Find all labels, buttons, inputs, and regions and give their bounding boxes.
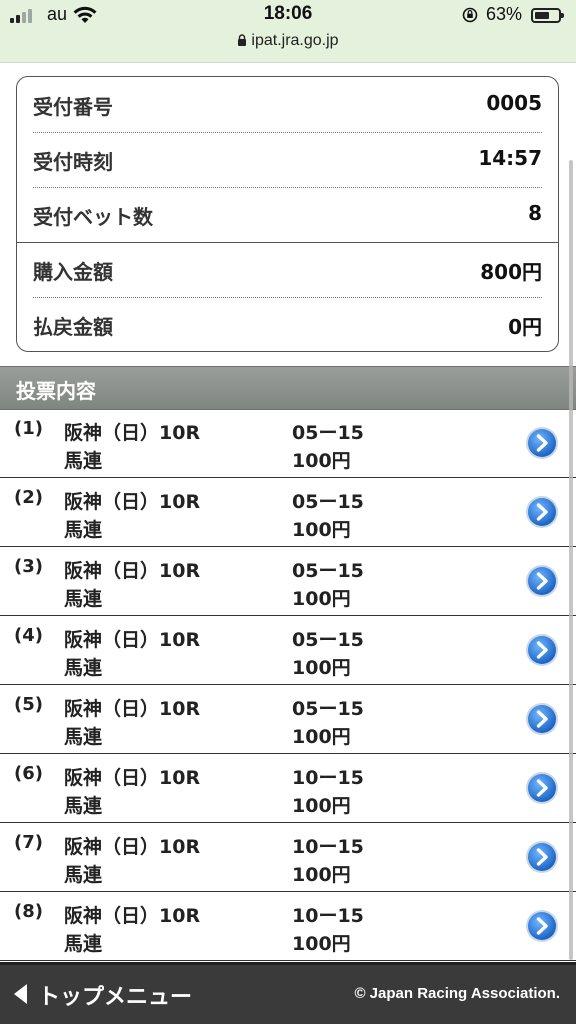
ticket-amount: 100円 — [292, 795, 351, 817]
ticket-bet-type: 馬連 — [64, 933, 103, 955]
summary-value: 0005 — [486, 91, 542, 115]
ticket-number: (1) — [14, 418, 43, 439]
summary-row-payout-amount: 払戻金額 0円 — [33, 297, 542, 352]
summary-row-bet-count: 受付ベット数 8 — [33, 187, 542, 242]
ticket-race: 阪神（日）10R — [64, 698, 201, 720]
ticket-bet-type: 馬連 — [64, 519, 103, 541]
ticket-combination: 10ー15 — [292, 905, 364, 927]
summary-value: 800円 — [480, 260, 542, 284]
section-title: 投票内容 — [16, 379, 96, 403]
ticket-bet-type: 馬連 — [64, 657, 103, 679]
summary-label: 受付ベット数 — [33, 205, 153, 229]
summary-label: 払戻金額 — [33, 315, 113, 339]
orientation-lock-icon — [462, 7, 478, 23]
chevron-right-icon[interactable] — [525, 771, 559, 805]
summary-row-receipt-number: 受付番号 0005 — [33, 77, 542, 132]
scrollbar[interactable] — [569, 160, 573, 960]
ticket-row[interactable]: (3) 阪神（日）10R 馬連 05ー15 100円 — [0, 547, 576, 616]
ticket-race: 阪神（日）10R — [64, 422, 201, 444]
summary-value: 14:57 — [478, 146, 542, 170]
chevron-right-icon[interactable] — [525, 633, 559, 667]
ticket-amount: 100円 — [292, 588, 351, 610]
ticket-number: (6) — [14, 763, 43, 784]
ticket-row[interactable]: (2) 阪神（日）10R 馬連 05ー15 100円 — [0, 478, 576, 547]
ticket-list: (1) 阪神（日）10R 馬連 05ー15 100円 (2) 阪神（日）10R 馬連 05ー15… — [0, 409, 576, 961]
ticket-combination: 10ー15 — [292, 767, 364, 789]
ticket-race: 阪神（日）10R — [64, 905, 201, 927]
ticket-amount: 100円 — [292, 726, 351, 748]
ticket-combination: 05ー15 — [292, 698, 364, 720]
lock-icon — [238, 34, 247, 46]
ticket-race: 阪神（日）10R — [64, 836, 201, 858]
ticket-race: 阪神（日）10R — [64, 767, 201, 789]
chevron-right-icon[interactable] — [525, 426, 559, 460]
section-header: 投票内容 — [0, 366, 576, 410]
ticket-amount: 100円 — [292, 657, 351, 679]
url-bar[interactable]: ipat.jra.go.jp — [0, 32, 576, 50]
summary-label: 受付時刻 — [33, 150, 113, 174]
chevron-right-icon[interactable] — [525, 702, 559, 736]
ticket-bet-type: 馬連 — [64, 450, 103, 472]
summary-row-receipt-time: 受付時刻 14:57 — [33, 132, 542, 187]
ticket-amount: 100円 — [292, 864, 351, 886]
ticket-number: (2) — [14, 487, 43, 508]
ticket-amount: 100円 — [292, 519, 351, 541]
chevron-right-icon[interactable] — [525, 495, 559, 529]
summary-row-purchase-amount: 購入金額 800円 — [33, 242, 542, 297]
battery-icon — [531, 8, 564, 23]
ticket-race: 阪神（日）10R — [64, 491, 201, 513]
ticket-number: (3) — [14, 556, 43, 577]
ticket-row[interactable]: (8) 阪神（日）10R 馬連 10ー15 100円 — [0, 892, 576, 961]
ticket-row[interactable]: (6) 阪神（日）10R 馬連 10ー15 100円 — [0, 754, 576, 823]
ticket-bet-type: 馬連 — [64, 726, 103, 748]
ticket-amount: 100円 — [292, 450, 351, 472]
ticket-row[interactable]: (7) 阪神（日）10R 馬連 10ー15 100円 — [0, 823, 576, 892]
summary-label: 購入金額 — [33, 260, 113, 284]
footer: トップメニュー © Japan Racing Association. — [0, 962, 576, 1024]
back-arrow-icon — [14, 984, 27, 1004]
summary-value: 0円 — [508, 315, 542, 339]
url-text: ipat.jra.go.jp — [251, 32, 339, 49]
ticket-combination: 10ー15 — [292, 836, 364, 858]
copyright: © Japan Racing Association. — [354, 985, 560, 1002]
chevron-right-icon[interactable] — [525, 840, 559, 874]
top-menu-label: トップメニュー — [38, 985, 193, 1010]
ticket-combination: 05ー15 — [292, 629, 364, 651]
ticket-amount: 100円 — [292, 933, 351, 955]
receipt-summary: 受付番号 0005 受付時刻 14:57 受付ベット数 8 購入金額 800円 … — [16, 76, 559, 352]
ticket-combination: 05ー15 — [292, 560, 364, 582]
ticket-row[interactable]: (5) 阪神（日）10R 馬連 05ー15 100円 — [0, 685, 576, 754]
ticket-race: 阪神（日）10R — [64, 560, 201, 582]
ticket-combination: 05ー15 — [292, 422, 364, 444]
ticket-row[interactable]: (4) 阪神（日）10R 馬連 05ー15 100円 — [0, 616, 576, 685]
ticket-race: 阪神（日）10R — [64, 629, 201, 651]
chevron-right-icon[interactable] — [525, 909, 559, 943]
chevron-right-icon[interactable] — [525, 564, 559, 598]
ticket-number: (5) — [14, 694, 43, 715]
summary-label: 受付番号 — [33, 95, 113, 119]
ticket-number: (7) — [14, 832, 43, 853]
ticket-number: (8) — [14, 901, 43, 922]
battery-percent: 63% — [486, 4, 523, 24]
ticket-number: (4) — [14, 625, 43, 646]
ticket-bet-type: 馬連 — [64, 588, 103, 610]
ticket-bet-type: 馬連 — [64, 864, 103, 886]
ticket-combination: 05ー15 — [292, 491, 364, 513]
ticket-bet-type: 馬連 — [64, 795, 103, 817]
summary-value: 8 — [528, 201, 542, 225]
status-bar: au 18:06 63% ipat.jra.go.jp — [0, 0, 576, 63]
ticket-row[interactable]: (1) 阪神（日）10R 馬連 05ー15 100円 — [0, 409, 576, 478]
